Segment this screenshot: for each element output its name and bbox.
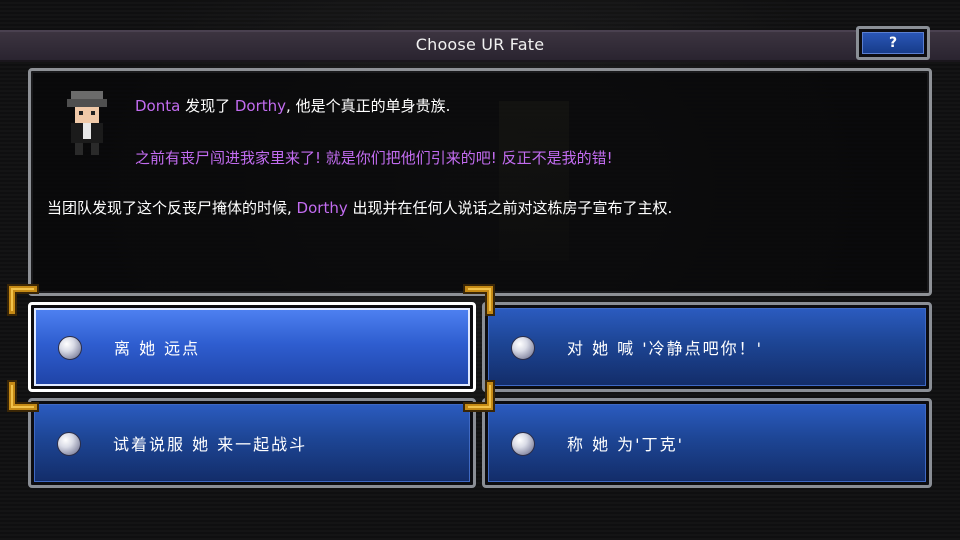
choice-label: 试着说服 她 来一起战斗 [113,435,308,454]
choice-label: 对 她 喊 '冷静点吧你！' [567,339,764,358]
dialog-line-1-text-a: 发现了 [180,97,235,115]
choice-label: 离 她 远点 [114,339,201,358]
dialog-line-1: Donta 发现了 Dorthy, 他是个真正的单身贵族. [135,95,450,116]
dialog-line-3: 当团队发现了这个反丧尸掩体的时候, Dorthy 出现并在任何人说话之前对这栋房… [47,197,672,218]
selection-corner-icon [463,380,495,412]
radio-orb-icon [511,336,535,360]
choice-face: 对 她 喊 '冷静点吧你！' [488,308,926,386]
window-title: Choose UR Fate [415,35,545,54]
dialog-line-3-text-b: 出现并在任何人说话之前对这栋房子宣布了主权. [347,199,673,217]
help-button-label: ? [862,32,924,54]
event-dialog: Donta 发现了 Dorthy, 他是个真正的单身贵族. 之前有丧尸闯进我家里… [28,68,932,296]
dialog-line-1-text-b: , 他是个真正的单身贵族. [286,97,451,115]
character-name-2: Dorthy [296,199,348,217]
choice-button-1[interactable]: 离 她 远点 [28,302,476,392]
character-name: Dorthy [234,97,287,115]
background-figure [499,101,569,261]
dialog-line-2: 之前有丧尸闯进我家里来了! 就是你们把他们引来的吧! 反正不是我的错! [135,149,613,167]
choice-button-4[interactable]: 称 她 为'丁克' [482,398,932,488]
dialog-line-3-text-a: 当团队发现了这个反丧尸掩体的时候, [47,199,297,217]
selection-corner-icon [463,284,495,316]
selection-corner-icon [7,284,39,316]
choice-face: 离 她 远点 [34,308,470,386]
radio-orb-icon [511,432,535,456]
choice-button-2[interactable]: 对 她 喊 '冷静点吧你！' [482,302,932,392]
choice-face: 试着说服 她 来一起战斗 [34,404,470,482]
choice-button-3[interactable]: 试着说服 她 来一起战斗 [28,398,476,488]
help-button[interactable]: ? [856,26,930,60]
radio-orb-icon [57,432,81,456]
title-bar: Choose UR Fate [0,30,960,62]
radio-orb-icon [58,336,82,360]
survivor-portrait-icon [67,91,107,155]
choice-label: 称 她 为'丁克' [567,435,684,454]
selection-corner-icon [7,380,39,412]
choice-face: 称 她 为'丁克' [488,404,926,482]
speaker-name: Donta [135,97,181,115]
